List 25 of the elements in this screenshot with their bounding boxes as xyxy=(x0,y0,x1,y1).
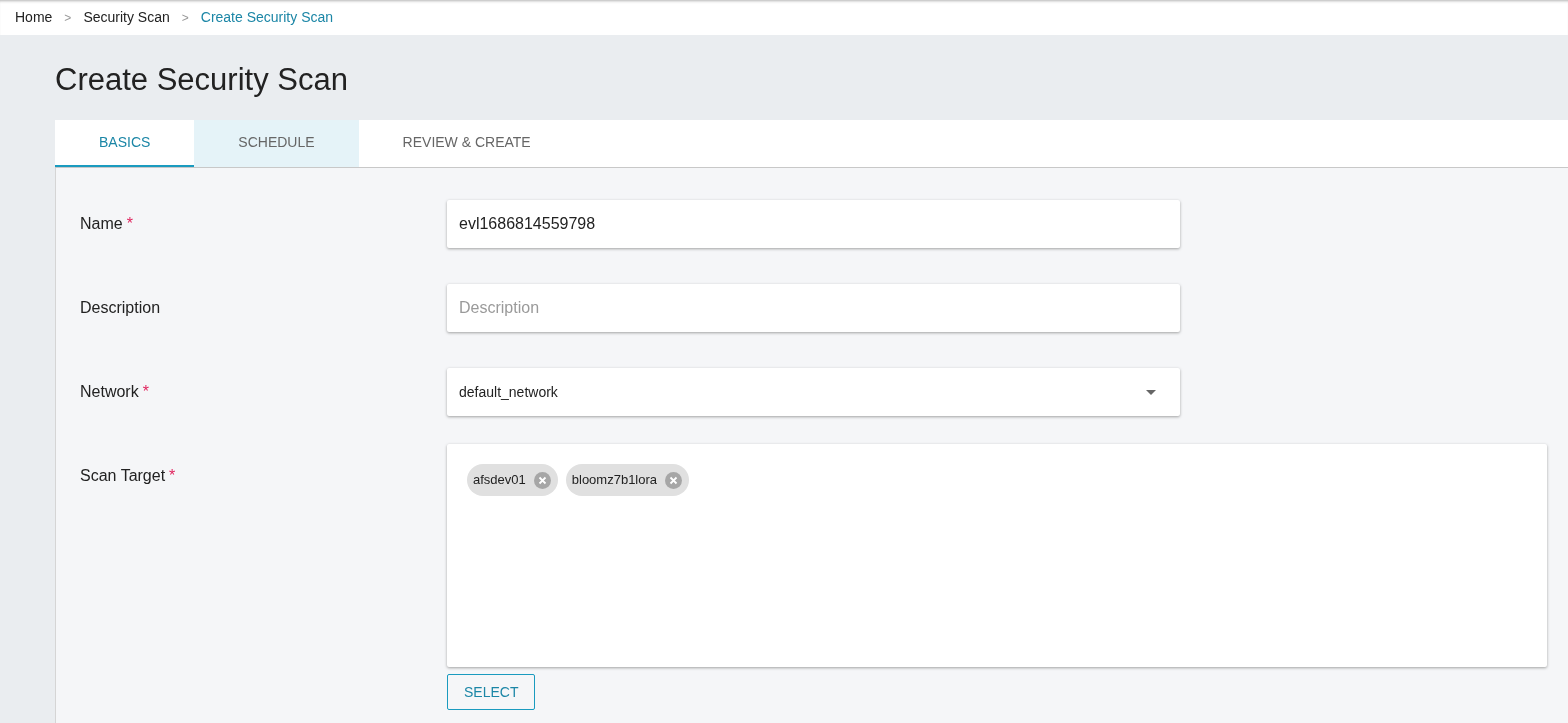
breadcrumb-link[interactable]: Home xyxy=(15,7,53,28)
text-field[interactable]: Description xyxy=(447,284,1180,332)
page-title: Create Security Scan xyxy=(55,62,348,98)
dropdown-field[interactable]: default_network xyxy=(447,368,1180,416)
caret-icon xyxy=(1146,389,1156,395)
required-mark: * xyxy=(126,214,133,234)
dropdown-value: default_network xyxy=(459,382,558,402)
chip-label: afsdev01 xyxy=(473,471,526,490)
required-mark: * xyxy=(169,466,176,486)
required-mark: * xyxy=(142,382,149,402)
text-field[interactable]: evl1686814559798 xyxy=(447,200,1180,248)
breadcrumb-separator: > xyxy=(181,9,189,27)
tab[interactable]: SCHEDULE xyxy=(194,120,359,167)
chip-label: bloomz7b1lora xyxy=(571,471,658,490)
remove-icon[interactable] xyxy=(533,471,551,489)
select-button[interactable]: SELECT xyxy=(447,674,536,710)
field-label: Network xyxy=(80,382,139,402)
breadcrumb-link[interactable]: Security Scan xyxy=(83,7,170,28)
field-label: Scan Target xyxy=(80,466,166,486)
breadcrumb-separator: > xyxy=(64,9,72,27)
breadcrumb-link[interactable]: Create Security Scan xyxy=(200,7,334,28)
remove-icon[interactable] xyxy=(665,471,683,489)
chip-field[interactable]: afsdev01 bloomz7b1lora xyxy=(447,444,1547,667)
field-label: Description xyxy=(80,298,161,318)
field-label: Name xyxy=(80,214,123,234)
